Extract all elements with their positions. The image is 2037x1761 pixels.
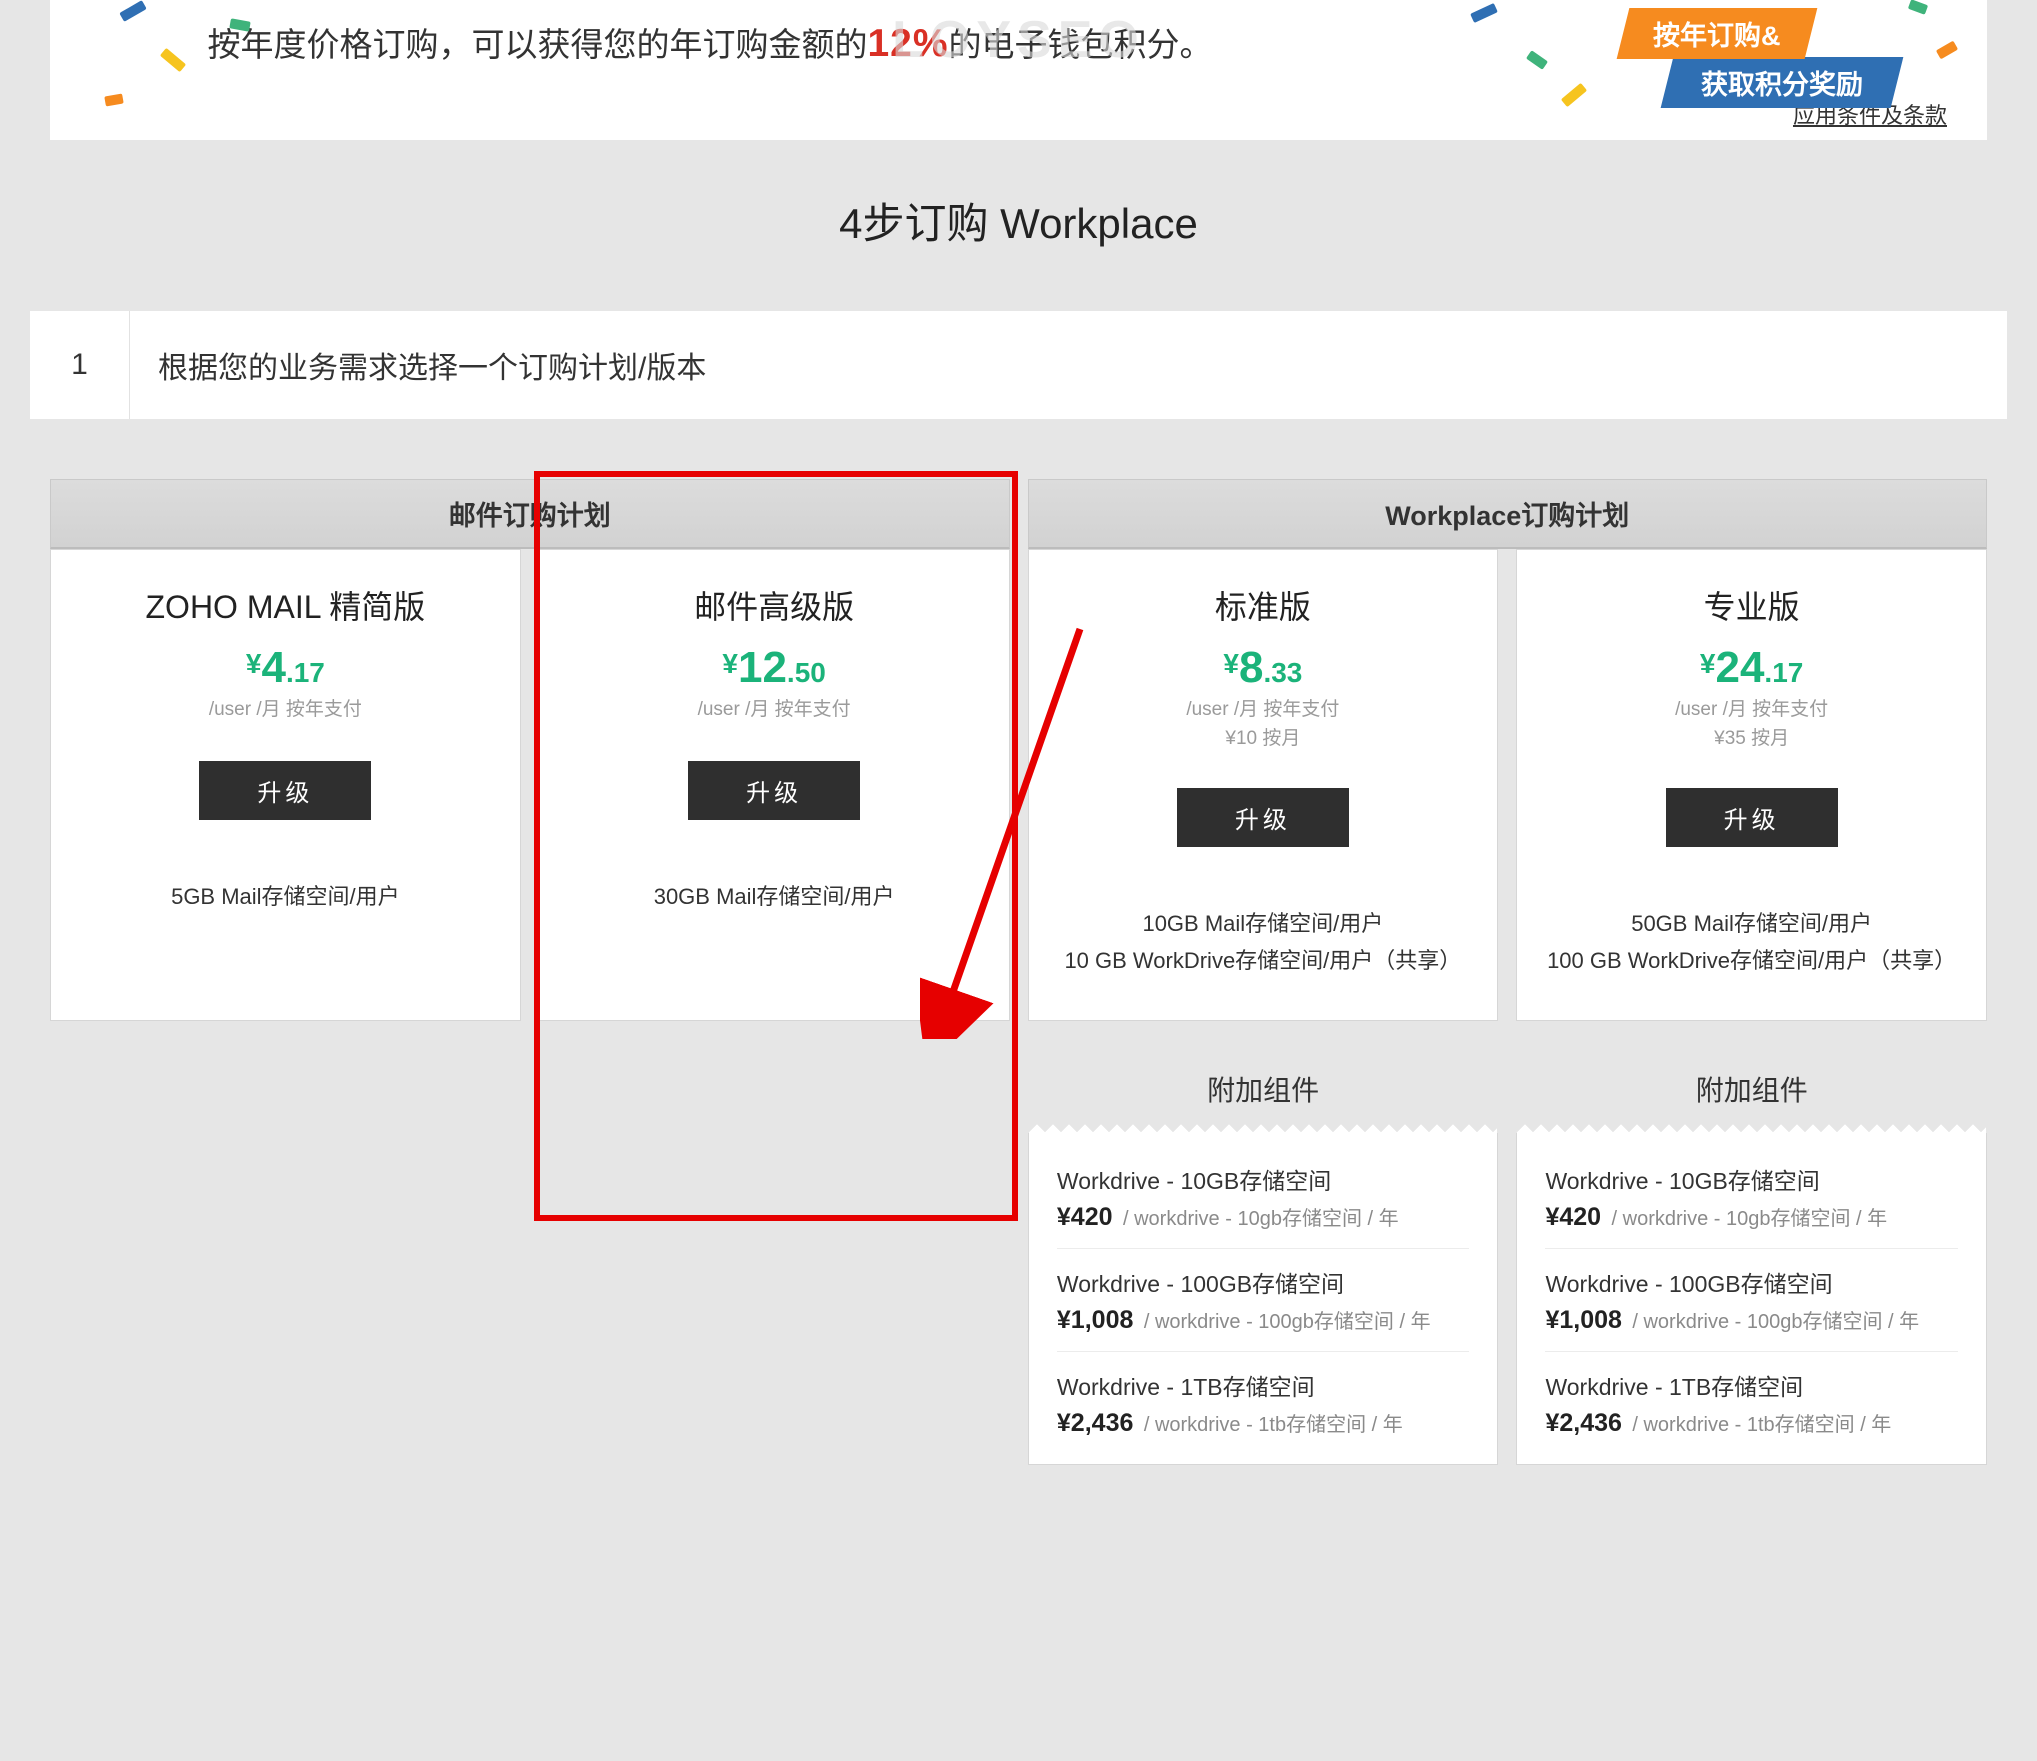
- addons-title: 附加组件: [1516, 1049, 1987, 1133]
- category-row: 邮件订购计划 Workplace订购计划: [50, 479, 1987, 549]
- plan-price-sub: /user /月 按年支付: [1049, 694, 1478, 721]
- category-mail: 邮件订购计划: [50, 479, 1010, 549]
- confetti: [1908, 0, 1928, 15]
- feature-line: 100 GB WorkDrive存储空间/用户（共享）: [1537, 942, 1966, 979]
- plan-price: ¥4.17: [71, 646, 500, 690]
- feature-line: 50GB Mail存储空间/用户: [1537, 905, 1966, 942]
- feature-line: 10GB Mail存储空间/用户: [1049, 905, 1478, 942]
- confetti: [160, 48, 186, 72]
- addon-name: Workdrive - 10GB存储空间: [1057, 1162, 1470, 1196]
- addons-card: Workdrive - 10GB存储空间 ¥420 / workdrive - …: [1028, 1133, 1499, 1465]
- plan-standard: 标准版 ¥8.33 /user /月 按年支付 ¥10 按月 升级 10GB M…: [1028, 549, 1499, 1021]
- plan-name: 邮件高级版: [560, 582, 989, 628]
- addon-item: Workdrive - 10GB存储空间 ¥420 / workdrive - …: [1545, 1162, 1958, 1248]
- plan-mail-lite: ZOHO MAIL 精简版 ¥4.17 /user /月 按年支付 升级 5GB…: [50, 549, 521, 1021]
- plan-professional: 专业版 ¥24.17 /user /月 按年支付 ¥35 按月 升级 50GB …: [1516, 549, 1987, 1021]
- page-title: 4步订购 Workplace: [0, 190, 2037, 251]
- addon-desc: / workdrive - 10gb存储空间 / 年: [1612, 1208, 1888, 1230]
- confetti: [119, 0, 147, 22]
- addons-card: Workdrive - 10GB存储空间 ¥420 / workdrive - …: [1516, 1133, 1987, 1465]
- promo-badges: 按年订购& 获取积分奖励: [1623, 8, 1897, 108]
- addon-item: Workdrive - 100GB存储空间 ¥1,008 / workdrive…: [1545, 1248, 1958, 1351]
- promo-badge-annual: 按年订购&: [1617, 8, 1817, 59]
- addons-spacer: [50, 1049, 1010, 1465]
- addon-name: Workdrive - 100GB存储空间: [1545, 1265, 1958, 1299]
- pricing-grid: 邮件订购计划 Workplace订购计划 ZOHO MAIL 精简版 ¥4.17…: [50, 479, 1987, 1021]
- plan-price-sub: /user /月 按年支付: [71, 694, 500, 721]
- addon-name: Workdrive - 100GB存储空间: [1057, 1265, 1470, 1299]
- step-text: 根据您的业务需求选择一个订购计划/版本: [130, 311, 2007, 419]
- addon-desc: / workdrive - 1tb存储空间 / 年: [1144, 1414, 1403, 1436]
- plan-price-sub: /user /月 按年支付: [560, 694, 989, 721]
- plan-price-sub2: ¥10 按月: [1049, 723, 1478, 750]
- category-workplace: Workplace订购计划: [1028, 479, 1988, 549]
- promo-line-b: 的电子钱包积分。: [949, 26, 1213, 63]
- promo-badge-reward: 获取积分奖励: [1661, 57, 1904, 108]
- promo-percent: 12%: [867, 22, 948, 65]
- addon-item: Workdrive - 1TB存储空间 ¥2,436 / workdrive -…: [1057, 1351, 1470, 1454]
- addon-item: Workdrive - 1TB存储空间 ¥2,436 / workdrive -…: [1545, 1351, 1958, 1454]
- confetti: [1470, 3, 1498, 23]
- upgrade-button[interactable]: 升级: [1666, 788, 1838, 847]
- plan-name: ZOHO MAIL 精简版: [71, 582, 500, 628]
- plan-name: 标准版: [1049, 582, 1478, 628]
- addon-name: Workdrive - 1TB存储空间: [1545, 1368, 1958, 1402]
- plan-features: 10GB Mail存储空间/用户 10 GB WorkDrive存储空间/用户（…: [1049, 905, 1478, 980]
- plan-features: 5GB Mail存储空间/用户: [71, 878, 500, 915]
- plan-features: 30GB Mail存储空间/用户: [560, 878, 989, 915]
- confetti: [1526, 50, 1548, 70]
- addon-price: ¥2,436: [1545, 1409, 1621, 1437]
- addon-desc: / workdrive - 100gb存储空间 / 年: [1632, 1311, 1919, 1333]
- addons-title: 附加组件: [1028, 1049, 1499, 1133]
- plan-mail-premium: 邮件高级版 ¥12.50 /user /月 按年支付 升级 30GB Mail存…: [539, 549, 1010, 1021]
- addon-name: Workdrive - 10GB存储空间: [1545, 1162, 1958, 1196]
- plan-features: 50GB Mail存储空间/用户 100 GB WorkDrive存储空间/用户…: [1537, 905, 1966, 980]
- addon-desc: / workdrive - 10gb存储空间 / 年: [1123, 1208, 1399, 1230]
- upgrade-button[interactable]: 升级: [199, 761, 371, 820]
- addons-col-standard: 附加组件 Workdrive - 10GB存储空间 ¥420 / workdri…: [1028, 1049, 1499, 1465]
- addon-item: Workdrive - 10GB存储空间 ¥420 / workdrive - …: [1057, 1162, 1470, 1248]
- upgrade-button[interactable]: 升级: [1177, 788, 1349, 847]
- feature-line: 10 GB WorkDrive存储空间/用户（共享）: [1049, 942, 1478, 979]
- plan-price-sub: /user /月 按年支付: [1537, 694, 1966, 721]
- promo-line-a: 按年度价格订购，可以获得您的年订购金额的: [207, 26, 867, 63]
- addon-item: Workdrive - 100GB存储空间 ¥1,008 / workdrive…: [1057, 1248, 1470, 1351]
- confetti: [104, 94, 123, 107]
- addon-desc: / workdrive - 100gb存储空间 / 年: [1144, 1311, 1431, 1333]
- plans-row: ZOHO MAIL 精简版 ¥4.17 /user /月 按年支付 升级 5GB…: [50, 549, 1987, 1021]
- plan-price: ¥12.50: [560, 646, 989, 690]
- confetti: [1936, 41, 1958, 60]
- upgrade-button[interactable]: 升级: [688, 761, 860, 820]
- addon-price: ¥1,008: [1545, 1306, 1621, 1334]
- addons-col-professional: 附加组件 Workdrive - 10GB存储空间 ¥420 / workdri…: [1516, 1049, 1987, 1465]
- step-bar: 1 根据您的业务需求选择一个订购计划/版本: [30, 311, 2007, 419]
- plan-price: ¥8.33: [1049, 646, 1478, 690]
- addons-row: 附加组件 Workdrive - 10GB存储空间 ¥420 / workdri…: [50, 1049, 1987, 1465]
- feature-line: 30GB Mail存储空间/用户: [560, 878, 989, 915]
- addon-price: ¥420: [1057, 1203, 1113, 1231]
- confetti: [1561, 83, 1587, 107]
- step-number: 1: [30, 311, 130, 419]
- addon-price: ¥1,008: [1057, 1306, 1133, 1334]
- plan-price-sub2: ¥35 按月: [1537, 723, 1966, 750]
- plan-name: 专业版: [1537, 582, 1966, 628]
- addon-name: Workdrive - 1TB存储空间: [1057, 1368, 1470, 1402]
- addon-price: ¥420: [1545, 1203, 1601, 1231]
- addon-desc: / workdrive - 1tb存储空间 / 年: [1632, 1414, 1891, 1436]
- addon-price: ¥2,436: [1057, 1409, 1133, 1437]
- promo-banner: LOYSEO 按年度价格订购，可以获得您的年订购金额的12%的电子钱包积分。 按…: [50, 0, 1987, 140]
- plan-price: ¥24.17: [1537, 646, 1966, 690]
- promo-text: 按年度价格订购，可以获得您的年订购金额的12%的电子钱包积分。: [200, 14, 1220, 74]
- feature-line: 5GB Mail存储空间/用户: [71, 878, 500, 915]
